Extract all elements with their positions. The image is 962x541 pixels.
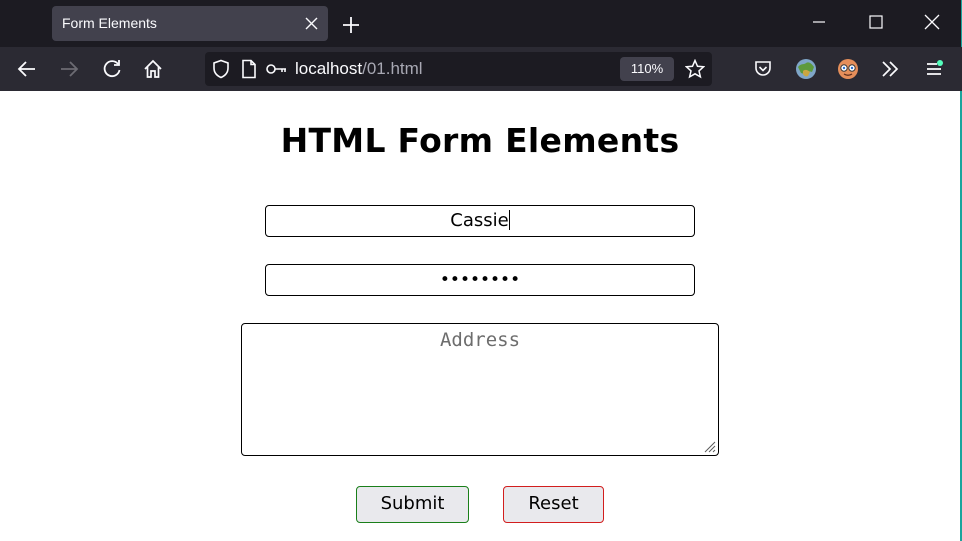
pocket-icon[interactable] (753, 59, 773, 79)
url-host: localhost (295, 59, 363, 78)
address-textarea[interactable]: Address (241, 323, 719, 456)
url-bar[interactable]: localhost/01.html 110% (205, 52, 712, 86)
home-icon[interactable] (143, 59, 163, 79)
shield-icon[interactable] (211, 59, 231, 79)
nav-toolbar: localhost/01.html 110% (0, 47, 962, 91)
close-window-icon[interactable] (923, 13, 941, 31)
key-icon[interactable] (265, 59, 287, 79)
url-text[interactable]: localhost/01.html (295, 52, 423, 86)
address-placeholder: Address (439, 329, 521, 351)
forward-arrow-icon[interactable] (59, 59, 79, 79)
reset-button[interactable]: Reset (503, 486, 604, 523)
page-icon[interactable] (239, 59, 259, 79)
extension-globe-icon[interactable] (795, 58, 817, 80)
browser-tab[interactable]: Form Elements (52, 6, 328, 41)
page-title: HTML Form Elements (280, 121, 680, 160)
url-path: /01.html (362, 59, 423, 78)
minimize-icon[interactable] (810, 13, 828, 31)
text-caret (508, 210, 510, 230)
zoom-indicator[interactable]: 110% (620, 57, 674, 81)
name-input-value: Cassie (450, 210, 509, 231)
submit-button[interactable]: Submit (356, 486, 469, 523)
app-menu-icon[interactable] (924, 59, 944, 79)
close-tab-icon[interactable] (305, 17, 318, 30)
tab-title: Form Elements (62, 15, 157, 31)
page-content: HTML Form Elements Cassie •••••••• Addre… (0, 91, 962, 541)
name-input[interactable]: Cassie (265, 205, 695, 237)
password-input[interactable]: •••••••• (265, 264, 695, 296)
overflow-chevrons-icon[interactable] (880, 59, 900, 79)
resize-grip-icon[interactable] (699, 436, 717, 454)
reload-icon[interactable] (102, 59, 122, 79)
new-tab-icon[interactable] (341, 15, 361, 35)
bookmark-star-icon[interactable] (685, 59, 705, 79)
extension-avatar-icon[interactable] (837, 58, 859, 80)
password-input-value: •••••••• (439, 270, 521, 290)
back-arrow-icon[interactable] (17, 59, 37, 79)
tab-strip: Form Elements (0, 0, 962, 47)
maximize-icon[interactable] (867, 13, 885, 31)
